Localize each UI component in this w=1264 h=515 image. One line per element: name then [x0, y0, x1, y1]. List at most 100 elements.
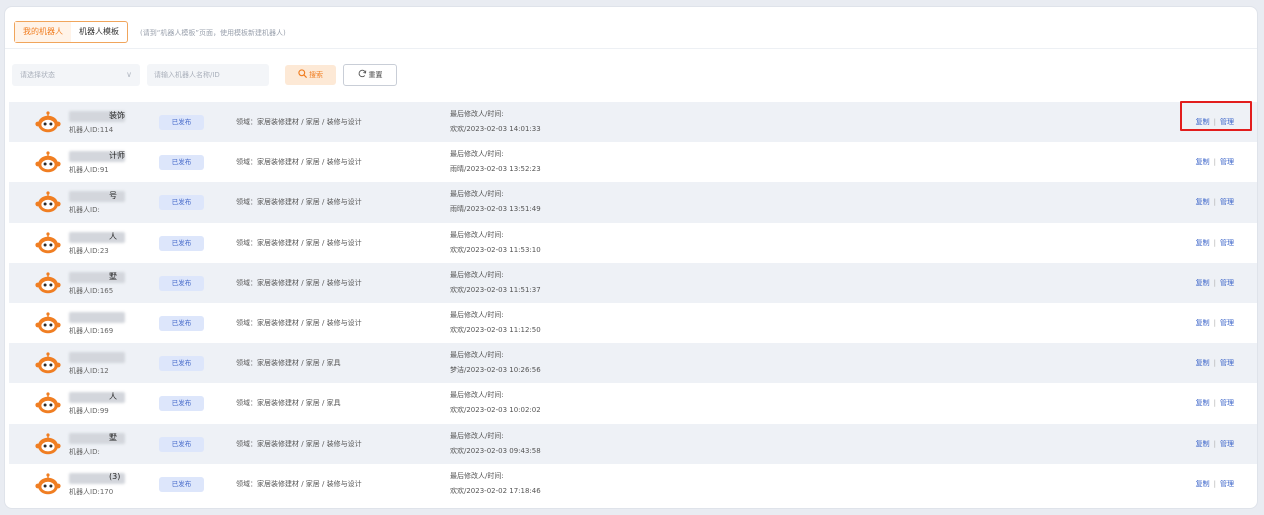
- manage-link[interactable]: 管理: [1220, 239, 1234, 247]
- robot-domain: 领域：家居装修建材 / 家居 / 装修与设计: [236, 158, 362, 167]
- robot-domain: 领域：家居装修建材 / 家居 / 装修与设计: [236, 118, 362, 126]
- robot-avatar-icon: [35, 312, 61, 334]
- modified-value: 雨晴/2023-02-03 13:51:49: [450, 205, 541, 214]
- search-button[interactable]: 搜索: [285, 65, 336, 85]
- status-select[interactable]: 请选择状态 ∨: [12, 64, 140, 86]
- robot-avatar-icon: [35, 473, 61, 494]
- tab-hint-text: (请到“机器人模板”页面，使用模板新建机器人): [140, 29, 286, 37]
- modified-value: 欢欢/2023-02-03 10:02:02: [450, 406, 541, 415]
- robot-id: 机器人ID:23: [69, 246, 109, 255]
- status-badge: 已发布: [159, 115, 204, 130]
- robot-name-redacted: [69, 311, 125, 323]
- robot-name: 人: [109, 392, 117, 402]
- status-badge: 已发布: [159, 476, 204, 492]
- modified-label: 最后修改人/时间:: [450, 310, 504, 319]
- robot-avatar-icon: [35, 231, 61, 253]
- search-icon: [298, 69, 307, 78]
- manage-link[interactable]: 管理: [1220, 198, 1234, 206]
- action-separator: |: [1213, 118, 1216, 126]
- copy-link[interactable]: 复制: [1196, 480, 1210, 488]
- robot-list: 装饰 机器人ID:114 已发布 领域：家居装修建材 / 家居 / 装修与设计 …: [9, 102, 1257, 504]
- row-actions: 复制 | 管理: [1196, 157, 1234, 167]
- action-separator: |: [1213, 318, 1216, 327]
- copy-link[interactable]: 复制: [1196, 279, 1210, 287]
- robot-domain: 领域：家居装修建材 / 家居 / 装修与设计: [236, 238, 362, 247]
- status-badge: 已发布: [159, 356, 204, 372]
- robot-domain: 领域：家居装修建材 / 家居 / 装修与设计: [236, 278, 362, 287]
- modified-value: 欢欢/2023-02-03 11:12:50: [450, 325, 541, 334]
- action-separator: |: [1213, 479, 1216, 488]
- copy-link[interactable]: 复制: [1196, 319, 1210, 327]
- copy-link[interactable]: 复制: [1196, 359, 1210, 367]
- robot-avatar-icon: [35, 352, 61, 374]
- robot-avatar-icon: [35, 272, 61, 294]
- robot-id: 机器人ID:: [69, 447, 100, 456]
- row-actions: 复制 | 管理: [1196, 439, 1234, 449]
- manage-link[interactable]: 管理: [1220, 118, 1234, 126]
- robot-name: 计师: [109, 151, 125, 161]
- status-badge: 已发布: [159, 275, 204, 291]
- action-separator: |: [1213, 198, 1216, 207]
- modified-label: 最后修改人/时间:: [450, 471, 504, 480]
- copy-link[interactable]: 复制: [1196, 198, 1210, 206]
- modified-label: 最后修改人/时间:: [450, 270, 504, 279]
- robot-name: (3): [109, 471, 121, 481]
- status-badge: 已发布: [159, 315, 204, 331]
- manage-link[interactable]: 管理: [1220, 399, 1234, 407]
- robot-name: 装饰: [109, 111, 125, 120]
- status-badge: 已发布: [159, 396, 204, 412]
- row-actions: 复制 | 管理: [1196, 117, 1234, 127]
- robot-name-redacted: [69, 352, 125, 364]
- robot-row: 号 机器人ID: 已发布 领域：家居装修建材 / 家居 / 装修与设计 最后修改…: [9, 182, 1257, 223]
- action-separator: |: [1213, 238, 1216, 247]
- manage-link[interactable]: 管理: [1220, 319, 1234, 327]
- robot-avatar-icon: [35, 432, 61, 454]
- action-separator: |: [1213, 399, 1216, 408]
- copy-link[interactable]: 复制: [1196, 440, 1210, 448]
- manage-link[interactable]: 管理: [1220, 279, 1234, 287]
- manage-link[interactable]: 管理: [1220, 440, 1234, 448]
- tab-my-robots[interactable]: 我的机器人: [15, 22, 71, 42]
- reset-button-label: 重置: [368, 71, 383, 79]
- robot-row: 机器人ID:169 已发布 领域：家居装修建材 / 家居 / 装修与设计 最后修…: [9, 303, 1257, 343]
- robot-domain: 领域：家居装修建材 / 家居 / 装修与设计: [236, 318, 362, 327]
- robot-name: 人: [109, 231, 117, 241]
- robot-row: 机器人ID:12 已发布 领域：家居装修建材 / 家居 / 家具 最后修改人/时…: [9, 343, 1257, 384]
- status-badge: 已发布: [159, 436, 204, 452]
- manage-link[interactable]: 管理: [1220, 359, 1234, 367]
- refresh-icon: [358, 69, 366, 78]
- copy-link[interactable]: 复制: [1196, 399, 1210, 407]
- chevron-down-icon: ∨: [126, 70, 132, 79]
- copy-link[interactable]: 复制: [1196, 239, 1210, 247]
- robot-name: 墅: [109, 432, 117, 442]
- robot-avatar-icon: [35, 392, 61, 414]
- robot-domain: 领域：家居装修建材 / 家居 / 家具: [236, 399, 341, 408]
- row-actions: 复制 | 管理: [1196, 278, 1234, 288]
- row-actions: 复制 | 管理: [1196, 398, 1234, 408]
- filter-bar: 请选择状态 ∨ 搜索 重置: [5, 64, 1257, 88]
- search-button-label: 搜索: [309, 71, 323, 79]
- robot-row: (3) 机器人ID:170 已发布 领域：家居装修建材 / 家居 / 装修与设计…: [9, 464, 1257, 504]
- action-separator: |: [1213, 439, 1216, 448]
- manage-link[interactable]: 管理: [1220, 480, 1234, 488]
- robot-row: 计师 机器人ID:91 已发布 领域：家居装修建材 / 家居 / 装修与设计 最…: [9, 142, 1257, 182]
- robot-id: 机器人ID:165: [69, 286, 114, 295]
- robot-avatar-icon: [35, 111, 61, 133]
- modified-label: 最后修改人/时间:: [450, 110, 504, 118]
- robot-id: 机器人ID:114: [69, 126, 114, 134]
- modified-label: 最后修改人/时间:: [450, 431, 504, 440]
- reset-button[interactable]: 重置: [343, 64, 397, 86]
- manage-link[interactable]: 管理: [1220, 158, 1234, 166]
- tab-robot-templates[interactable]: 机器人模板: [71, 22, 127, 42]
- copy-link[interactable]: 复制: [1196, 118, 1210, 126]
- robot-id: 机器人ID:91: [69, 166, 109, 175]
- robot-row: 墅 机器人ID: 已发布 领域：家居装修建材 / 家居 / 装修与设计 最后修改…: [9, 423, 1257, 464]
- robot-id: 机器人ID:99: [69, 407, 109, 416]
- robot-list-panel: 我的机器人 机器人模板 (请到“机器人模板”页面，使用模板新建机器人) 请选择状…: [4, 6, 1258, 509]
- robot-row: 墅 机器人ID:165 已发布 领域：家居装修建材 / 家居 / 装修与设计 最…: [9, 262, 1257, 303]
- modified-label: 最后修改人/时间:: [450, 230, 504, 239]
- tabs-bar: 我的机器人 机器人模板 (请到“机器人模板”页面，使用模板新建机器人): [5, 7, 1257, 49]
- search-input[interactable]: [147, 64, 269, 86]
- robot-id: 机器人ID:12: [69, 367, 109, 376]
- copy-link[interactable]: 复制: [1196, 158, 1210, 166]
